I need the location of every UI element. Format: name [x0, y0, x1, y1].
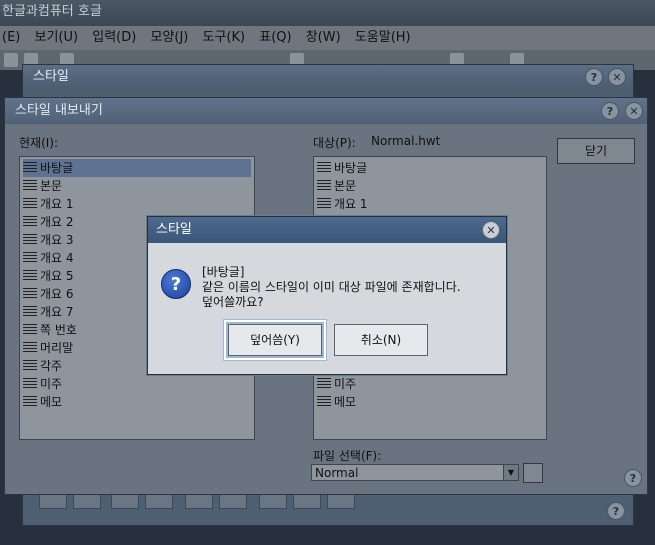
style-icon [317, 162, 331, 174]
close-icon[interactable]: ✕ [625, 102, 643, 120]
dialog-question: 덮어쓸까요? [202, 295, 264, 309]
question-icon: ? [161, 269, 191, 299]
list-item[interactable]: 미주 [23, 375, 251, 393]
menu-bar: (E) 보기(U) 입력(D) 모양(J) 도구(K) 표(Q) 창(W) 도움… [0, 26, 655, 50]
style-icon [23, 378, 37, 390]
style-icon [23, 396, 37, 408]
menu-table[interactable]: 표(Q) [259, 26, 291, 50]
style-icon [23, 216, 37, 228]
dialog-title: 스타일 [148, 217, 506, 243]
style-icon [317, 378, 331, 390]
current-label: 현재(I): [19, 136, 59, 150]
file-select-label: 파일 선택(F): [313, 449, 382, 463]
file-select-dropdown[interactable]: Normal ▼ [311, 464, 519, 481]
menu-window[interactable]: 창(W) [306, 26, 341, 50]
style-icon [23, 324, 37, 336]
help-icon[interactable]: ? [601, 102, 619, 120]
style-icon [23, 252, 37, 264]
app-title-bar: 한글과컴퓨터 호글 [0, 0, 655, 26]
help-icon[interactable]: ? [607, 502, 625, 520]
menu-format[interactable]: 모양(J) [150, 26, 188, 50]
style-icon [317, 396, 331, 408]
style-icon [23, 342, 37, 354]
export-window-title: 스타일 내보내기 [5, 98, 647, 124]
style-icon [23, 198, 37, 210]
menu-edit[interactable]: (E) [2, 26, 20, 50]
save-icon[interactable] [4, 53, 18, 67]
list-item[interactable]: 메모 [23, 393, 251, 411]
overwrite-confirm-dialog: 스타일 ✕ ? [바탕글] 같은 이름의 스타일이 이미 대상 파일에 존재합니… [147, 216, 507, 375]
list-item[interactable]: 개요 1 [317, 195, 543, 213]
style-icon [23, 162, 37, 174]
menu-tools[interactable]: 도구(K) [203, 26, 246, 50]
help-icon[interactable]: ? [585, 68, 603, 86]
list-item[interactable]: 바탕글 [23, 159, 251, 177]
close-button[interactable]: 닫기 [557, 138, 635, 164]
list-item[interactable]: 바탕글 [317, 159, 543, 177]
target-file-name: Normal.hwt [371, 134, 441, 148]
list-item[interactable]: 메모 [317, 393, 543, 411]
style-icon [23, 234, 37, 246]
menu-view[interactable]: 보기(U) [35, 26, 79, 50]
style-icon [23, 288, 37, 300]
style-icon [23, 270, 37, 282]
cancel-button[interactable]: 취소(N) [334, 324, 428, 356]
menu-insert[interactable]: 입력(D) [92, 26, 136, 50]
close-icon[interactable]: ✕ [608, 68, 626, 86]
list-item[interactable]: 본문 [317, 177, 543, 195]
list-item[interactable]: 미주 [317, 375, 543, 393]
style-icon [23, 306, 37, 318]
chevron-down-icon[interactable]: ▼ [503, 465, 518, 480]
folder-open-icon[interactable] [523, 463, 543, 483]
style-icon [317, 198, 331, 210]
menu-help[interactable]: 도움말(H) [355, 26, 411, 50]
help-icon[interactable]: ? [624, 469, 642, 487]
style-icon [23, 360, 37, 372]
list-item[interactable]: 개요 1 [23, 195, 251, 213]
file-select-value: Normal [315, 466, 359, 480]
list-item[interactable]: 본문 [23, 177, 251, 195]
app-title: 한글과컴퓨터 호글 [2, 4, 102, 19]
style-icon [317, 180, 331, 192]
style-icon [23, 180, 37, 192]
style-window-title: 스타일 [23, 65, 633, 89]
overwrite-button[interactable]: 덮어씀(Y) [224, 320, 326, 360]
close-icon[interactable]: ✕ [482, 221, 500, 239]
target-label: 대상(P): [313, 136, 356, 150]
